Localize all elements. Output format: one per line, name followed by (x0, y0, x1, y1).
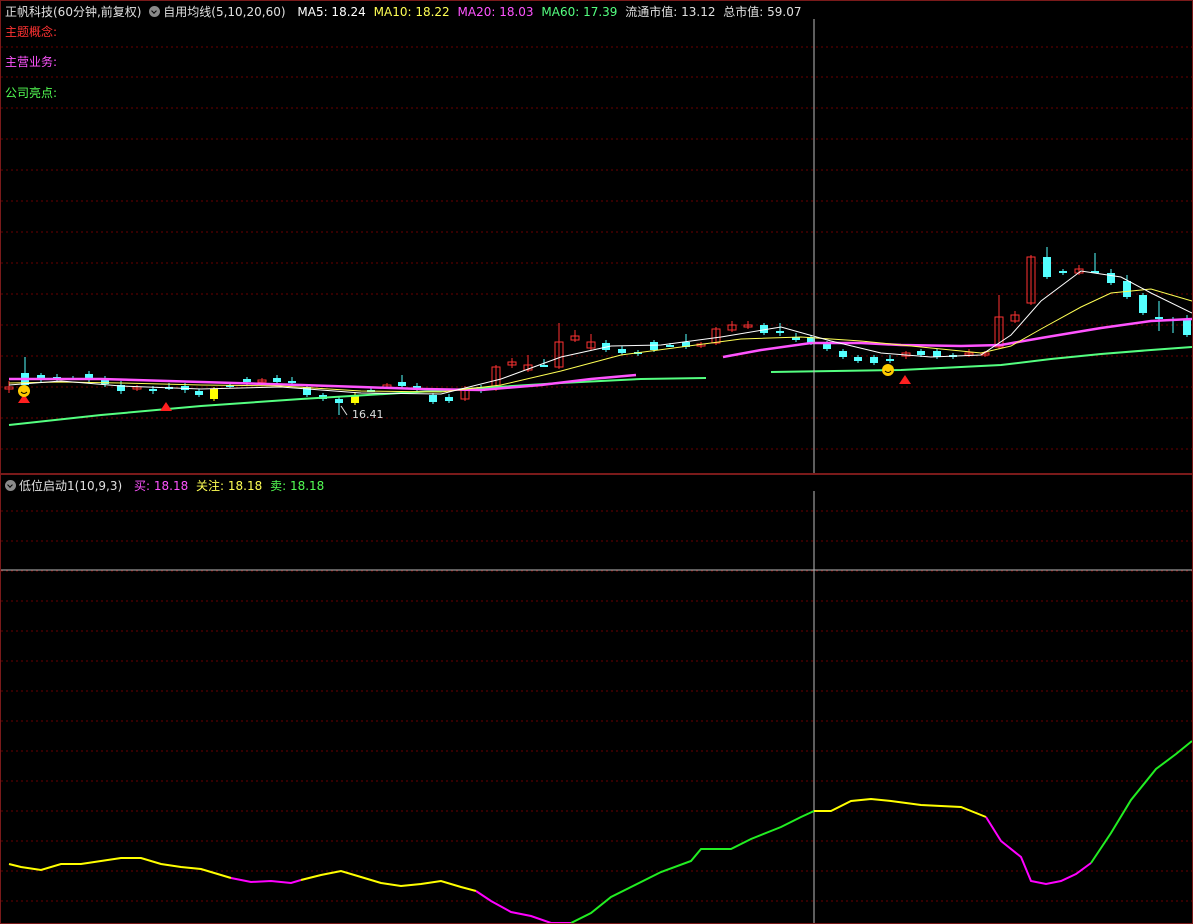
candle-body (650, 342, 658, 350)
candle-body (1059, 271, 1067, 273)
candle-body (870, 357, 878, 363)
candle-body (666, 345, 674, 347)
candle-body (149, 389, 157, 391)
buy-signal-triangle (899, 375, 911, 384)
candle-body (776, 331, 784, 333)
indicator-line-yellow (814, 797, 987, 818)
candle-body (618, 349, 626, 353)
indicator-line-yellow (8, 857, 232, 879)
ma10-line (8, 288, 1192, 393)
candle-body (335, 399, 343, 403)
indicator-line-yellow (300, 869, 477, 892)
candle-body (1043, 257, 1051, 277)
candle-body (854, 357, 862, 361)
indicator-line-green (1090, 740, 1192, 864)
indicator-line-magenta (985, 816, 1092, 886)
candle-body (1155, 317, 1163, 319)
ma60-line (770, 346, 1192, 373)
ma5-line (8, 270, 1192, 395)
indicator-panel[interactable]: 低位启动1(10,9,3) 买: 18.18 关注: 18.18 卖: 18.1… (0, 474, 1193, 924)
candle-body (288, 381, 296, 383)
candle-body (933, 351, 941, 357)
candle-body (886, 359, 894, 361)
indicator-line-magenta (230, 877, 302, 885)
low-price-label: 16.41 (352, 408, 384, 421)
candle-body (445, 397, 453, 401)
candle-body (243, 379, 251, 382)
candle-body (429, 395, 437, 402)
candle-body (839, 351, 847, 357)
candle-body (1183, 319, 1191, 335)
smiley-icon (882, 364, 894, 376)
indicator-chart[interactable] (1, 475, 1192, 923)
candle-body (210, 389, 218, 399)
main-chart-panel[interactable]: 正帆科技(60分钟,前复权) 自用均线(5,10,20,60) MA5: 18.… (0, 0, 1193, 474)
candle-body (1107, 273, 1115, 283)
candle-body (1139, 295, 1147, 313)
low-price-pointer (340, 405, 348, 416)
candle-body (540, 365, 548, 367)
candle-body (917, 351, 925, 355)
smiley-icon (18, 385, 30, 397)
candle-body (398, 382, 406, 386)
candlestick-chart[interactable]: 16.41 (1, 1, 1192, 473)
indicator-line-green (570, 810, 815, 923)
candle-body (273, 378, 281, 382)
candle-body (1123, 281, 1131, 297)
buy-signal-triangle (160, 402, 172, 411)
candle-body (195, 391, 203, 395)
indicator-line-magenta (475, 890, 571, 923)
